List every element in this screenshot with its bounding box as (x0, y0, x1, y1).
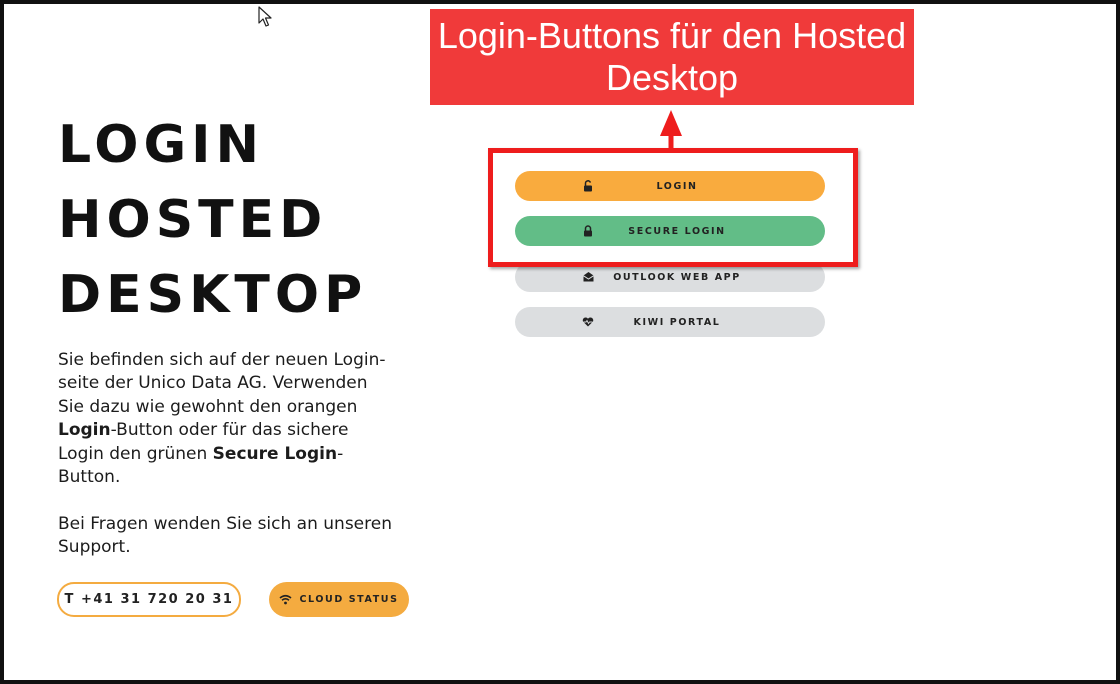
intro-bold-login: Login (58, 420, 111, 441)
unlock-icon (582, 179, 594, 192)
page-title-line-3: DESKTOP (58, 265, 368, 325)
kiwi-portal-button[interactable]: KIWI PORTAL (515, 307, 825, 337)
wifi-icon (279, 594, 292, 605)
envelope-icon (582, 270, 594, 283)
secure-login-button[interactable]: SECURE LOGIN (515, 216, 825, 246)
intro-text-part-1: Sie befinden sich auf der neuen Login-se… (58, 350, 386, 417)
outlook-web-app-button-label: OUTLOOK WEB APP (613, 271, 741, 283)
phone-button-label: T +41 31 720 20 31 (64, 592, 234, 607)
cloud-status-button[interactable]: CLOUD STATUS (269, 582, 409, 617)
annotation-callout: Login-Buttons für den Hosted Desktop (430, 9, 914, 105)
support-text: Bei Fragen wenden Sie sich an unseren Su… (58, 514, 392, 558)
lock-icon (582, 224, 594, 237)
annotation-callout-text: Login-Buttons für den Hosted Desktop (437, 15, 907, 98)
page-title: LOGIN HOSTED DESKTOP (58, 108, 367, 333)
intro-bold-secure-login: Secure Login (212, 443, 338, 464)
secure-login-button-label: SECURE LOGIN (628, 225, 726, 237)
phone-button[interactable]: T +41 31 720 20 31 (57, 582, 241, 617)
login-button-label: LOGIN (656, 180, 698, 192)
heart-icon (582, 315, 594, 328)
cloud-status-label: CLOUD STATUS (299, 594, 399, 605)
kiwi-portal-button-label: KIWI PORTAL (633, 316, 721, 328)
mouse-cursor-icon (258, 6, 272, 27)
intro-text: Sie befinden sich auf der neuen Login-se… (58, 349, 398, 489)
annotation-arrow-icon (660, 110, 682, 150)
page-title-line-2: HOSTED (58, 190, 328, 250)
page-title-line-1: LOGIN (58, 115, 265, 175)
login-button[interactable]: LOGIN (515, 171, 825, 201)
outlook-web-app-button[interactable]: OUTLOOK WEB APP (515, 262, 825, 292)
